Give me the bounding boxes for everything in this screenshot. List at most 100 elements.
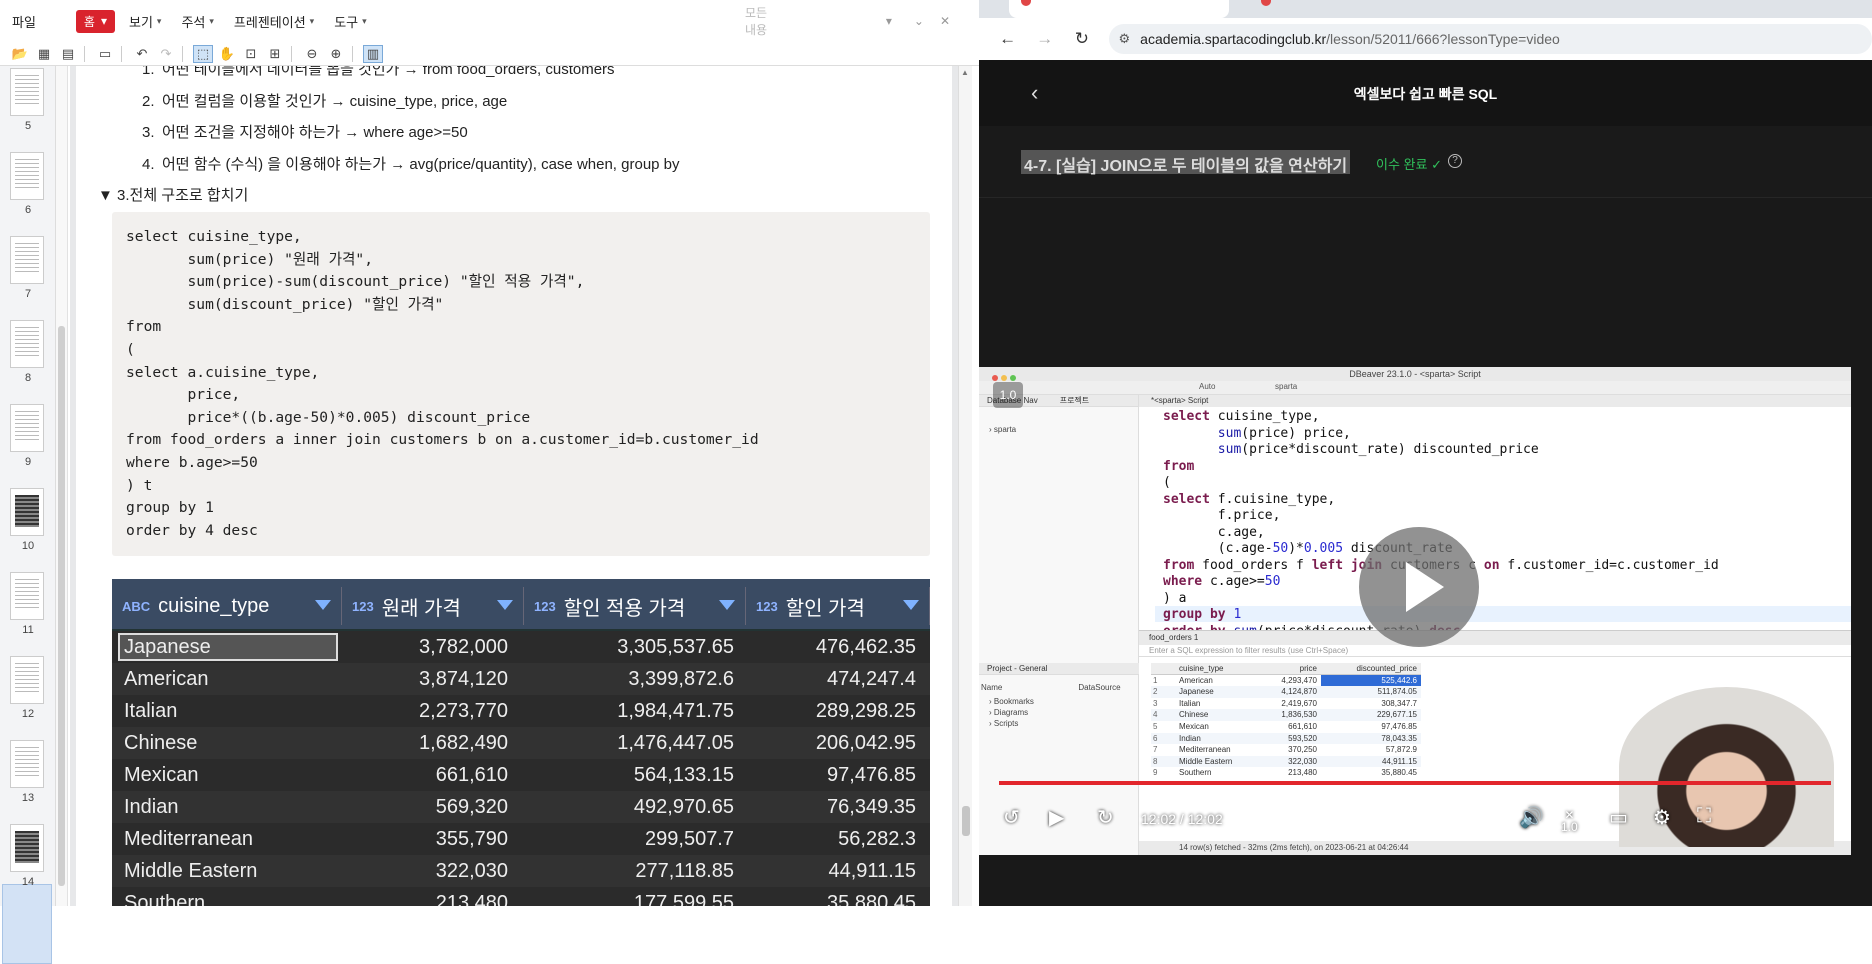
menu-view[interactable]: 보기 ▾ [129,12,161,31]
page-thumbnail[interactable] [10,152,44,200]
page-thumbnail[interactable] [10,572,44,620]
site-settings-icon[interactable]: ⚙ [1119,31,1131,47]
table-row[interactable]: Indian 569,320 492,970.65 76,349.35 [112,791,930,823]
dbeaver-navigator: Database Nav 프로젝트 › sparta Project - Gene… [979,395,1139,855]
menu-tools[interactable]: 도구 ▾ [334,12,366,31]
menu-tools-label: 도구 [334,14,359,30]
play-icon[interactable] [1359,527,1479,647]
close-icon[interactable]: ✕ [940,14,950,28]
pdf-toolbar: 📂 ▦ ▤ ▭ ↶ ↷ ⬚ ✋ ⊡ ⊞ ⊖ ⊕ ▥ [0,42,980,66]
table-cell: 492,970.65 [633,796,734,818]
select-tool-icon[interactable]: ⬚ [193,44,213,63]
video-player[interactable]: DBeaver 23.1.0 - <sparta> Script Auto spa… [979,367,1851,855]
table-row[interactable]: American 3,874,120 3,399,872.6 474,247.4 [112,663,930,695]
table-row[interactable]: Mexican 661,610 564,133.15 97,476.85 [112,759,930,791]
page-thumbnail[interactable] [10,404,44,452]
menu-presentation[interactable]: 프레젠테이션 ▾ [234,12,314,31]
zoom-out-icon[interactable]: ⊖ [302,45,322,63]
save-icon[interactable]: ▦ [34,45,54,63]
table-row[interactable]: Japanese 3,782,000 3,305,537.65 476,462.35 [112,631,930,663]
edit-icon[interactable]: ⊞ [265,45,285,63]
list-item: 4. 어떤 함수 (수식) 을 이용해야 하는가 → avg(price/quan… [142,153,680,174]
back-icon[interactable]: ← [999,29,1016,49]
reload-icon[interactable]: ↻ [1073,29,1090,49]
section-heading[interactable]: ▼ 3.전체 구조로 합치기 [98,184,248,205]
help-icon[interactable]: ? [1448,154,1462,168]
snapshot-icon[interactable]: ⊡ [241,45,261,63]
zoom-in-icon[interactable]: ⊕ [326,45,346,63]
browser-tab[interactable] [1249,0,1479,18]
menu-annotate[interactable]: 주석 ▾ [181,12,213,31]
table-cell: 476,462.35 [815,636,916,658]
list-text: 어떤 테이블에서 데이터를 뽑을 것인가 → from food_orders,… [162,66,615,78]
speed-control[interactable]: ✕ 1.0 [1561,809,1578,833]
search-input[interactable]: 모든 내용 ▾ ⌄ ✕ [745,6,950,37]
play-icon[interactable]: ▶ [1049,805,1064,830]
column-type: ABC [122,598,151,614]
page-thumbnail[interactable] [10,320,44,368]
page-thumbnail[interactable] [10,68,44,116]
forward-10-icon[interactable]: ↻ [1097,805,1114,830]
grid-row: 6 Indian 593,520 78,043.35 [1151,732,1421,745]
table-cell: American [124,668,209,690]
list-number: 4. [142,156,155,173]
menu-home[interactable]: 홈 ▾ [75,9,115,33]
table-cell: 2,273,770 [419,700,508,722]
fullscreen-icon[interactable]: ⛶ [1697,805,1711,828]
grid-cell: 213,480 [1288,768,1317,778]
speed-badge: 1.0 [993,382,1023,408]
save-all-icon[interactable]: ▤ [58,45,78,63]
menu-file[interactable]: 파일 [12,12,36,31]
table-row[interactable]: Mediterranean 355,790 299,507.7 56,282.3 [112,823,930,855]
thumbnail-number: 13 [21,792,35,804]
open-folder-icon[interactable]: 📂 [10,45,30,63]
scroll-thumb[interactable] [962,806,970,836]
hand-tool-icon[interactable]: ✋ [217,45,237,63]
table-row[interactable]: Southern 213,480 177,599.55 35,880.45 [112,887,930,906]
rewind-10-icon[interactable]: ↺ [1003,805,1020,830]
progress-bar[interactable] [999,781,1831,785]
thumbnail-number: 12 [21,708,35,720]
grid-cell: Middle Eastern [1179,756,1233,766]
url-field[interactable]: ⚙ academia.spartacodingclub.kr/lesson/520… [1108,24,1872,54]
table-cell: Chinese [124,732,198,754]
table-cell: 3,399,872.6 [628,668,734,690]
settings-icon[interactable]: ⚙ [1653,805,1671,830]
page-thumbnail[interactable] [10,488,44,536]
progress-fill [999,781,1831,785]
column-type: 123 [352,598,374,614]
print-icon[interactable]: ▭ [95,45,115,63]
chevron-down-icon[interactable]: ⌄ [914,14,924,28]
table-row[interactable]: Italian 2,273,770 1,984,471.75 289,298.25 [112,695,930,727]
grid-cell: 97,476.85 [1381,721,1417,731]
table-row[interactable]: Middle Eastern 322,030 277,118.85 44,911.15 [112,855,930,887]
document-scrollbar[interactable]: ▲ [958,66,972,906]
scroll-thumb[interactable] [58,326,65,886]
page-thumbnail[interactable] [10,656,44,704]
grid-cell: 9 [1153,768,1158,778]
subtitles-icon[interactable]: ▭ [1609,805,1628,830]
grid-cell: Chinese [1179,710,1209,720]
thumbnail-number: 6 [24,204,32,216]
video-result-grid: cuisine_type price discounted_price 1 Americ… [1151,663,1421,779]
browser-tab-active[interactable] [1009,0,1229,18]
undo-icon[interactable]: ↶ [132,45,152,63]
grid-row: 8 Middle Eastern 322,030 44,911.15 [1151,755,1421,768]
forward-icon[interactable]: → [1036,29,1053,49]
table-row[interactable]: Chinese 1,682,490 1,476,447.05 206,042.95 [112,727,930,759]
page-thumbnail[interactable] [10,740,44,788]
thumbnail-preview [15,579,39,611]
page-layout-icon[interactable]: ▥ [363,44,383,63]
column-type: 123 [534,598,556,614]
volume-icon[interactable]: 🔊 [1519,805,1544,830]
list-text: 어떤 조건을 지정해야 하는가 → where age>=50 [162,124,468,141]
scroll-up-icon[interactable]: ▲ [961,68,969,77]
redo-icon[interactable]: ↷ [156,45,176,63]
column-header: 123 할인 가격 [746,587,930,625]
grid-cell: American [1179,675,1213,685]
thumbnail-scrollbar[interactable] [56,66,68,906]
toolbar-divider [84,45,85,62]
page-thumbnail-selected[interactable] [10,824,44,872]
chevron-down-icon[interactable]: ▾ [886,14,892,28]
page-thumbnail[interactable] [10,236,44,284]
